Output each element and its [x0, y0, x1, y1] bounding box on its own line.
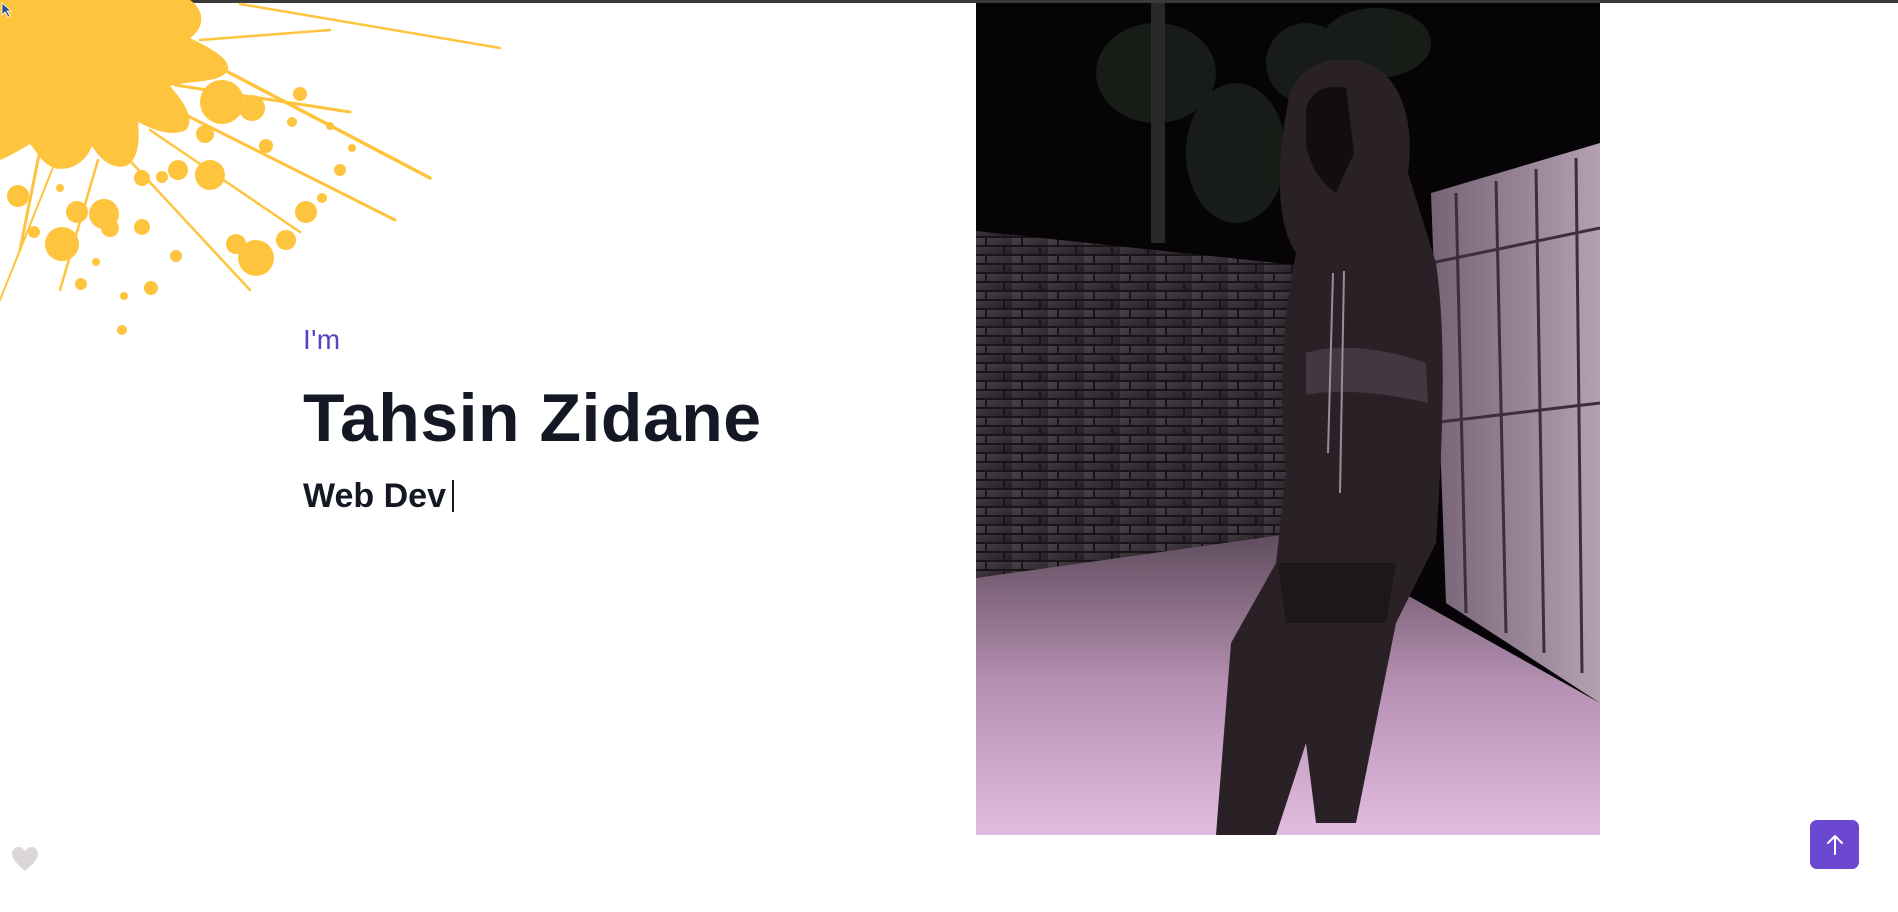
typing-cursor [451, 480, 454, 512]
arrow-up-icon [1826, 834, 1843, 855]
role-typing-text: Web Dev [303, 477, 446, 515]
profile-photo [976, 3, 1600, 835]
heart-icon[interactable] [11, 846, 39, 872]
scroll-to-top-button[interactable] [1810, 820, 1859, 869]
cursor-icon [1, 2, 13, 18]
typing-role-line: Web Dev [303, 474, 953, 518]
profile-photo-illustration [976, 3, 1600, 835]
greeting-text: I'm [303, 324, 341, 355]
hero-intro: I'm Tahsin Zidane Web Dev [303, 322, 953, 518]
hero-name-heading: Tahsin Zidane [303, 380, 762, 456]
paint-splash-decoration [0, 0, 502, 335]
